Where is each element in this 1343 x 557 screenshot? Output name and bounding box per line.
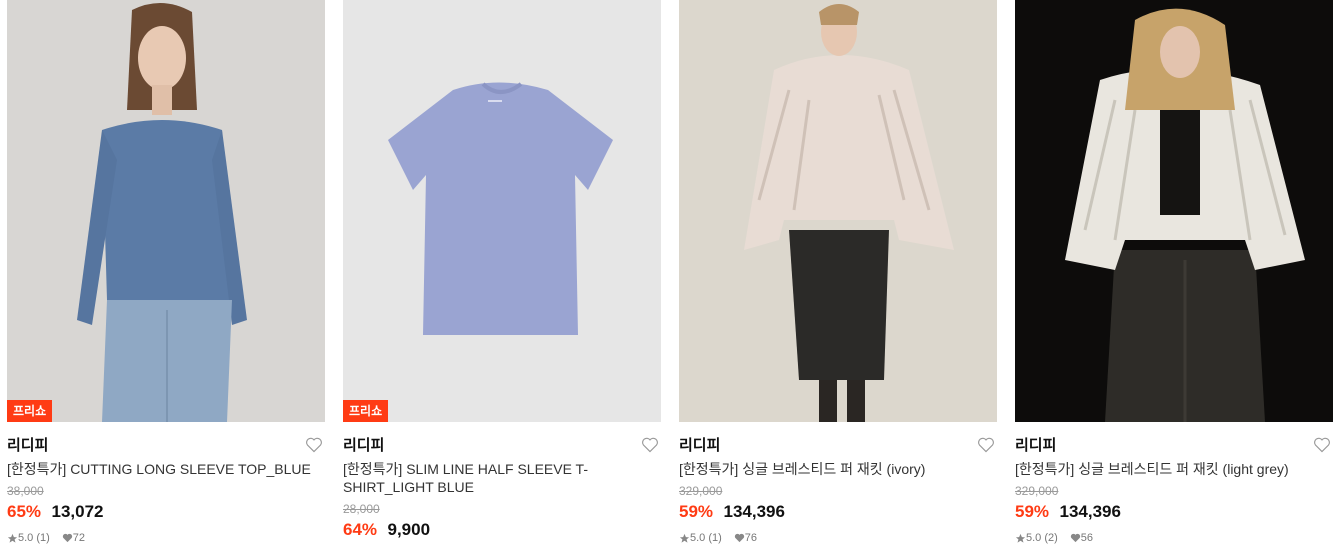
original-price: 38,000 [7, 484, 44, 498]
original-price: 28,000 [343, 502, 380, 516]
heart-outline-icon[interactable] [641, 437, 659, 453]
like-count: 72 [72, 532, 86, 544]
product-card[interactable]: 리디피 [한정특가] 싱글 브레스티드 퍼 재킷 (light grey) 32… [1015, 0, 1333, 557]
heart-filled-icon [1070, 533, 1080, 543]
product-image[interactable]: 프리쇼 [7, 0, 325, 422]
product-image[interactable] [679, 0, 997, 422]
brand-name[interactable]: 리디피 [343, 434, 384, 455]
discount-rate: 59% [679, 502, 714, 521]
like-count: 56 [1080, 532, 1094, 544]
sale-price: 9,900 [387, 520, 431, 539]
star-icon [1015, 533, 1026, 543]
rating: 5.0 (1) [18, 532, 50, 544]
star-icon [7, 533, 18, 543]
rating: 5.0 (1) [690, 532, 722, 544]
discount-rate: 64% [343, 520, 378, 539]
heart-outline-icon[interactable] [977, 437, 995, 453]
brand-name[interactable]: 리디피 [7, 434, 48, 455]
sale-price: 134,396 [723, 502, 785, 521]
product-card[interactable]: 리디피 [한정특가] 싱글 브레스티드 퍼 재킷 (ivory) 329,000… [679, 0, 997, 557]
heart-outline-icon[interactable] [305, 437, 323, 453]
product-grid: 프리쇼 리디피 [한정특가] CUTTING LONG SLEEVE TOP_B… [0, 0, 1343, 557]
original-price: 329,000 [1015, 484, 1059, 498]
like-count: 76 [744, 532, 758, 544]
preshow-badge: 프리쇼 [7, 400, 53, 422]
star-icon [679, 533, 690, 543]
preshow-badge: 프리쇼 [343, 400, 389, 422]
original-price: 329,000 [679, 484, 723, 498]
product-title[interactable]: [한정특가] CUTTING LONG SLEEVE TOP_BLUE [7, 460, 325, 478]
product-card[interactable]: 프리쇼 리디피 [한정특가] CUTTING LONG SLEEVE TOP_B… [7, 0, 325, 557]
product-title[interactable]: [한정특가] SLIM LINE HALF SLEEVE T-SHIRT_LIG… [343, 460, 661, 496]
brand-name[interactable]: 리디피 [1015, 434, 1056, 455]
sale-price: 13,072 [51, 502, 104, 521]
heart-outline-icon[interactable] [1313, 437, 1331, 453]
heart-filled-icon [734, 533, 744, 543]
product-title[interactable]: [한정특가] 싱글 브레스티드 퍼 재킷 (light grey) [1015, 460, 1333, 478]
discount-rate: 65% [7, 502, 42, 521]
product-title[interactable]: [한정특가] 싱글 브레스티드 퍼 재킷 (ivory) [679, 460, 997, 478]
discount-rate: 59% [1015, 502, 1050, 521]
sale-price: 134,396 [1059, 502, 1121, 521]
brand-name[interactable]: 리디피 [679, 434, 720, 455]
product-card[interactable]: 프리쇼 리디피 [한정특가] SLIM LINE HALF SLEEVE T-S… [343, 0, 661, 557]
rating: 5.0 (2) [1026, 532, 1058, 544]
product-image[interactable] [1015, 0, 1333, 422]
product-image[interactable]: 프리쇼 [343, 0, 661, 422]
heart-filled-icon [62, 533, 72, 543]
